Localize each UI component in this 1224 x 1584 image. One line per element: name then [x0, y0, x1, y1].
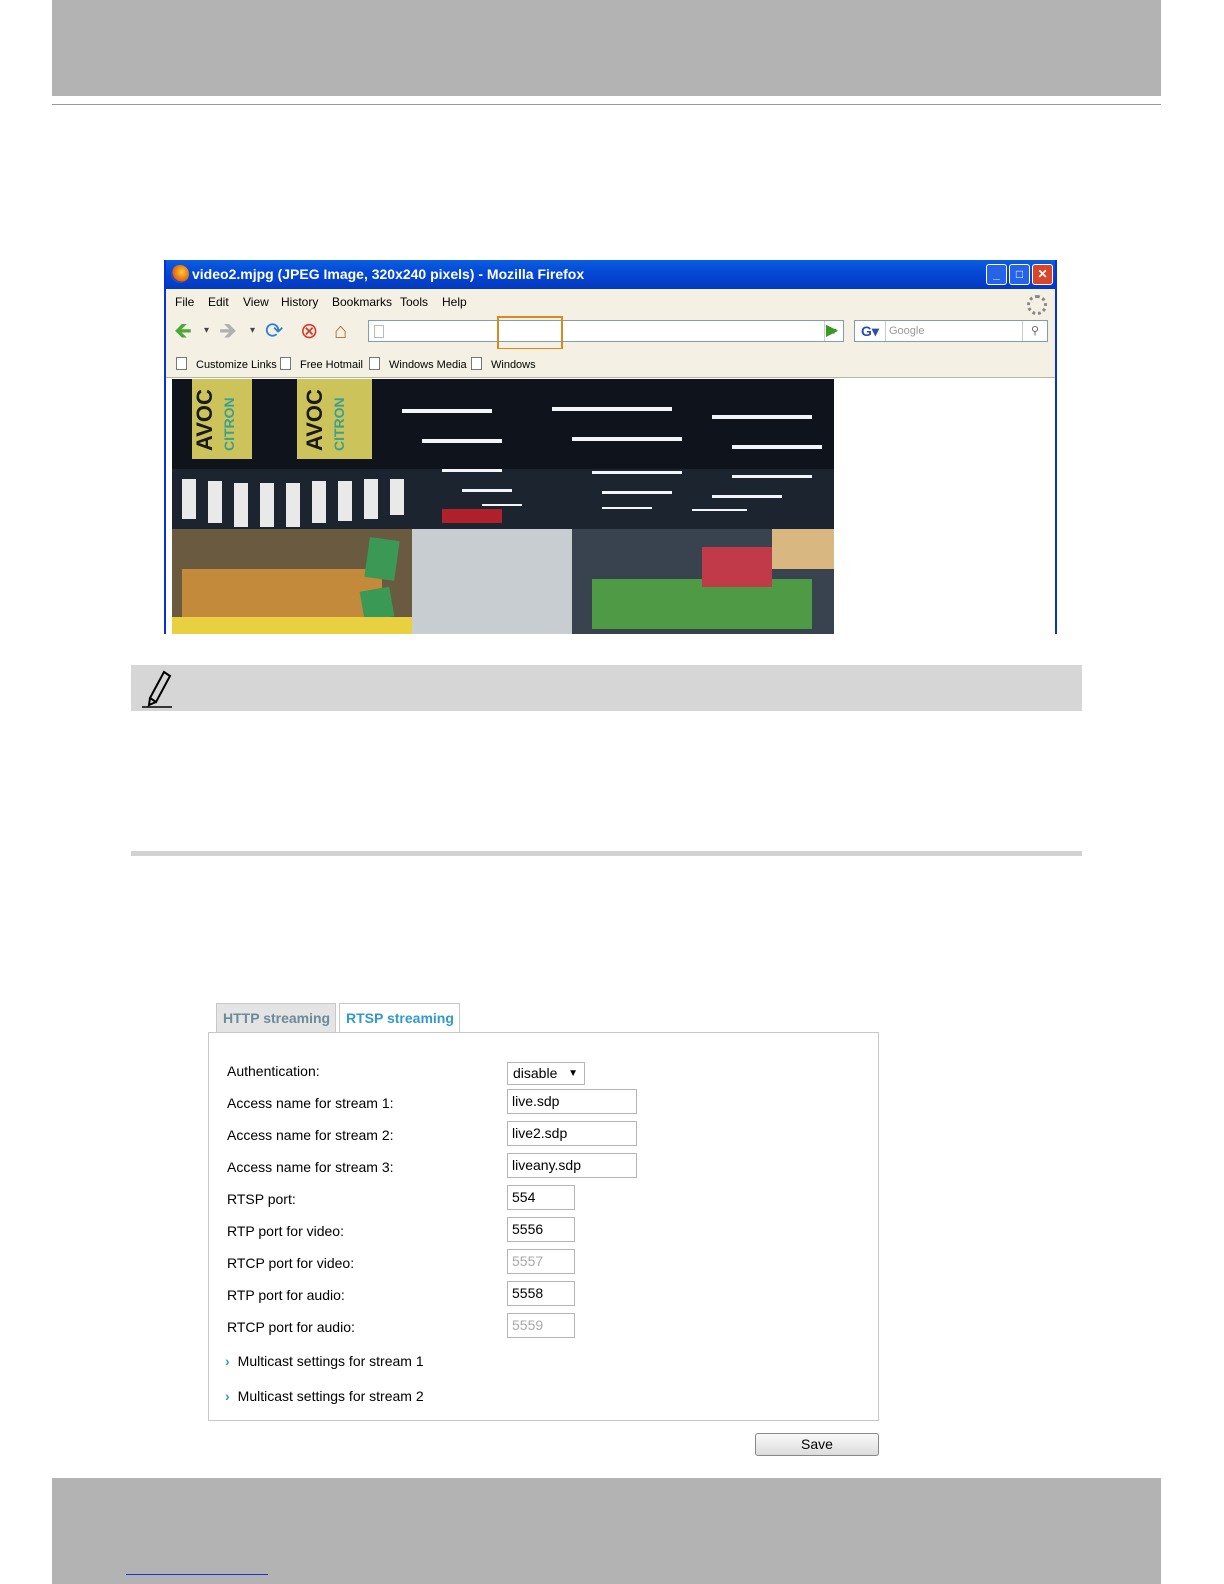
stream1-access-label: Access name for stream 1: [227, 1095, 394, 1111]
stream3-access-label: Access name for stream 3: [227, 1159, 394, 1175]
stop-icon[interactable]: ⊗ [300, 320, 318, 342]
menu-tools[interactable]: Tools [400, 295, 428, 309]
page-footer-band [52, 1478, 1161, 1584]
menu-view[interactable]: View [243, 295, 269, 309]
firefox-icon [171, 265, 189, 283]
window-titlebar: video2.mjpg (JPEG Image, 320x240 pixels)… [166, 260, 1055, 289]
menu-help[interactable]: Help [442, 295, 467, 309]
multicast-stream2-label: Multicast settings for stream 2 [237, 1388, 424, 1404]
rtp-audio-port-label: RTP port for audio: [227, 1287, 345, 1303]
rtcp-audio-port-input: 5559 [507, 1313, 575, 1338]
supermarket-camera-image: AVOC CITRON AVOC CITRON [172, 379, 834, 634]
rtp-video-port-label: RTP port for video: [227, 1223, 344, 1239]
highlight-annotation-box [497, 316, 563, 350]
page-icon [280, 357, 291, 370]
stream2-access-input[interactable]: live2.sdp [507, 1121, 637, 1146]
header-divider [52, 104, 1161, 105]
menu-file[interactable]: File [175, 295, 194, 309]
bookmark-item[interactable]: Windows Media [369, 357, 467, 371]
multicast-stream1-toggle[interactable]: › Multicast settings for stream 1 [225, 1353, 424, 1369]
back-dropdown-icon[interactable]: ▾ [204, 320, 209, 342]
menu-bar: File Edit View History Bookmarks Tools H… [166, 289, 1055, 315]
page-icon [369, 357, 380, 370]
page-header-band [52, 0, 1161, 96]
search-placeholder: Google [889, 325, 925, 337]
reload-icon[interactable]: ⟳ [265, 320, 283, 342]
rtsp-settings-panel: Authentication: disable ▼ Access name for… [208, 1032, 879, 1421]
minimize-icon[interactable]: _ [986, 264, 1007, 285]
page-icon [471, 357, 482, 370]
window-title: video2.mjpg (JPEG Image, 320x240 pixels)… [192, 266, 585, 282]
sign-text-1: AVOC [192, 389, 217, 451]
bookmark-item[interactable]: Free Hotmail [280, 357, 363, 371]
forward-icon[interactable]: 🡺 [219, 320, 237, 342]
save-button[interactable]: Save [755, 1433, 879, 1456]
bookmark-label: Windows Media [389, 359, 467, 371]
menu-edit[interactable]: Edit [208, 295, 229, 309]
sign-text-4: CITRON [331, 397, 347, 451]
rtp-video-port-input[interactable]: 5556 [507, 1217, 575, 1242]
multicast-stream2-toggle[interactable]: › Multicast settings for stream 2 [225, 1388, 424, 1404]
throbber-icon [1027, 295, 1047, 315]
bookmark-item[interactable]: Customize Links [176, 357, 277, 371]
tab-rtsp-streaming[interactable]: RTSP streaming [339, 1003, 460, 1032]
stream3-access-input[interactable]: liveany.sdp [507, 1153, 637, 1178]
bookmark-label: Free Hotmail [300, 359, 363, 371]
search-icon[interactable]: ⚲ [1022, 321, 1047, 341]
go-icon[interactable]: ▶ [822, 321, 842, 341]
authentication-select[interactable]: disable ▼ [507, 1062, 585, 1085]
chevron-right-icon: › [225, 1388, 230, 1404]
multicast-stream1-label: Multicast settings for stream 1 [237, 1353, 424, 1369]
authentication-value: disable [513, 1065, 558, 1081]
home-icon[interactable]: ⌂ [334, 320, 347, 342]
forward-dropdown-icon[interactable]: ▾ [250, 320, 255, 342]
rtcp-audio-port-label: RTCP port for audio: [227, 1319, 355, 1335]
bookmark-label: Customize Links [196, 359, 277, 371]
footer-link-underline[interactable] [126, 1574, 268, 1575]
sign-text-2: CITRON [221, 397, 237, 451]
bookmarks-toolbar: Customize Links Free Hotmail Windows Med… [166, 349, 1055, 378]
search-box[interactable]: G▾ Google ⚲ [854, 320, 1048, 342]
firefox-window: video2.mjpg (JPEG Image, 320x240 pixels)… [164, 260, 1057, 634]
close-icon[interactable]: ✕ [1032, 264, 1053, 285]
tab-http-streaming[interactable]: HTTP streaming [216, 1003, 336, 1032]
google-engine-icon[interactable]: G▾ [855, 321, 886, 341]
bookmark-label: Windows [491, 359, 536, 371]
back-icon[interactable]: 🡸 [174, 320, 192, 342]
menu-bookmarks[interactable]: Bookmarks [332, 295, 392, 309]
chevron-down-icon: ▼ [568, 1068, 578, 1079]
bookmark-item[interactable]: Windows [471, 357, 536, 371]
rtcp-video-port-input: 5557 [507, 1249, 575, 1274]
note-bar [131, 665, 1082, 711]
stream1-access-input[interactable]: live.sdp [507, 1089, 637, 1114]
sign-text-3: AVOC [302, 389, 327, 451]
maximize-icon[interactable]: □ [1009, 264, 1030, 285]
page-icon [374, 325, 384, 338]
rtp-audio-port-input[interactable]: 5558 [507, 1281, 575, 1306]
chevron-right-icon: › [225, 1353, 230, 1369]
pencil-note-icon [142, 670, 172, 708]
rtsp-port-label: RTSP port: [227, 1191, 296, 1207]
address-bar[interactable]: ▼ [368, 320, 844, 342]
navigation-toolbar: 🡸 ▾ 🡺 ▾ ⟳ ⊗ ⌂ ▼ ▶ G▾ Google ⚲ [166, 315, 1055, 349]
browser-content-area: AVOC CITRON AVOC CITRON [166, 378, 1055, 634]
stream2-access-label: Access name for stream 2: [227, 1127, 394, 1143]
page-icon [176, 357, 187, 370]
menu-history[interactable]: History [281, 295, 318, 309]
section-divider [131, 851, 1082, 856]
authentication-label: Authentication: [227, 1063, 320, 1079]
rtcp-video-port-label: RTCP port for video: [227, 1255, 355, 1271]
rtsp-port-input[interactable]: 554 [507, 1185, 575, 1210]
